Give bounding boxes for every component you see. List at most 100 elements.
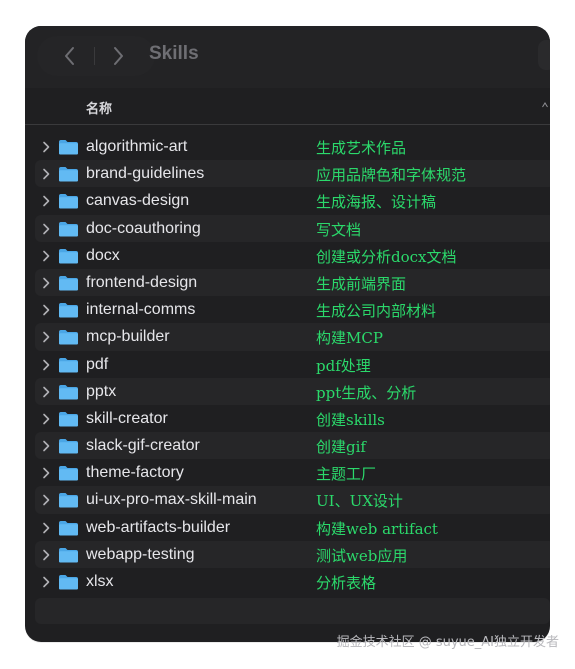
folder-note: 写文档 [316,220,362,239]
folder-name: algorithmic-art [86,138,188,155]
folder-icon [59,520,78,536]
folder-name: skill-creator [86,409,168,427]
folder-icon [59,221,78,237]
toolbar: Skills [25,26,550,88]
folder-note: 创建gif [316,438,366,457]
folder-icon [59,439,78,454]
chevron-right-icon[interactable] [41,223,51,235]
folder-row[interactable]: doc-coauthoring 写文档 [35,214,550,242]
folder-name: canvas-design [86,192,190,210]
folder-icon [59,547,78,563]
chevron-right-icon[interactable] [41,331,51,343]
folder-row[interactable]: web-artifacts-builder 构建web artifact [35,514,550,541]
folder-name: frontend-design [86,273,198,291]
folder-note: 分析表格 [316,574,377,592]
folder-row[interactable]: webapp-testing 测试web应用 [35,540,550,568]
folder-name: webapp-testing [86,545,195,563]
chevron-right-icon[interactable] [41,494,51,506]
folder-note: 生成海报、设计稿 [316,193,437,212]
folder-row[interactable]: frontend-design 生成前端界面 [35,268,550,297]
folder-icon [59,357,78,372]
folder-name: theme-factory [86,464,184,482]
folder-icon [59,275,78,291]
folder-note: 应用品牌色和字体规范 [316,166,467,185]
folder-note: 生成前端界面 [316,274,407,293]
chevron-right-icon[interactable] [41,250,51,262]
back-button[interactable] [47,36,93,76]
folder-name: internal-comms [86,301,196,319]
folder-note: 生成公司内部材料 [316,302,437,321]
chevron-right-icon[interactable] [41,304,51,316]
folder-icon [59,466,78,481]
status-bar [35,598,550,624]
folder-name: pptx [86,382,117,400]
folder-row[interactable]: algorithmic-art 生成艺术作品 [35,133,550,160]
folder-name: docx [86,246,120,264]
folder-note: pdf处理 [316,356,371,375]
chevron-right-icon[interactable] [41,195,51,207]
folder-note: 创建或分析docx文档 [316,247,457,266]
folder-icon [59,140,78,155]
folder-icon [59,493,78,508]
folder-row[interactable]: pptx ppt生成、分析 [35,377,550,405]
folder-row[interactable]: internal-comms 生成公司内部材料 [35,296,550,323]
folder-name: doc-coauthoring [86,219,201,237]
chevron-right-icon[interactable] [41,386,51,398]
folder-row[interactable]: brand-guidelines 应用品牌色和字体规范 [35,160,550,188]
folder-row[interactable]: canvas-design 生成海报、设计稿 [35,187,550,214]
chevron-right-icon[interactable] [41,576,51,588]
folder-note: ppt生成、分析 [316,383,417,402]
chevron-right-icon[interactable] [41,141,51,153]
file-list: algorithmic-art 生成艺术作品 brand-guidelines 应用品… [35,133,550,595]
chevron-right-icon[interactable] [41,522,51,534]
name-column-header[interactable]: 名称 [86,98,112,117]
folder-note: 主题工厂 [316,465,377,484]
window-title: Skills [149,43,199,64]
folder-name: web-artifacts-builder [86,518,231,536]
folder-row[interactable]: xlsx 分析表格 [35,568,550,595]
folder-name: mcp-builder [86,328,170,346]
folder-icon [59,303,78,318]
folder-row[interactable]: mcp-builder 构建MCP [35,323,550,351]
chevron-right-icon[interactable] [41,168,51,180]
folder-note: 构建MCP [316,329,383,348]
folder-row[interactable]: ui-ux-pro-max-skill-main UI、UX设计 [35,486,550,514]
folder-note: UI、UX设计 [316,492,403,511]
folder-icon [59,194,78,209]
folder-icon [59,167,78,182]
forward-button[interactable] [95,36,141,76]
folder-icon [59,330,78,345]
folder-icon [59,384,78,400]
folder-name: slack-gif-creator [86,437,200,455]
column-header: 名称 [25,88,550,125]
sort-indicator-icon [542,102,548,108]
folder-note: 生成艺术作品 [316,139,407,157]
folder-row[interactable]: theme-factory 主题工厂 [35,459,550,486]
folder-note: 创建skills [316,410,385,429]
chevron-right-icon[interactable] [41,413,51,425]
watermark: 掘金技术社区 @ suyue_AI独立开发者 [336,635,559,650]
folder-row[interactable]: docx 创建或分析docx文档 [35,242,550,269]
folder-row[interactable]: skill-creator 创建skills [35,405,550,432]
folder-icon [59,411,78,427]
folder-name: brand-guidelines [86,165,205,183]
folder-name: xlsx [86,573,114,590]
chevron-right-icon[interactable] [41,549,51,561]
folder-name: pdf [86,355,109,373]
folder-row[interactable]: pdf pdf处理 [35,351,550,378]
toolbar-control[interactable] [538,40,550,70]
folder-note: 构建web artifact [316,519,438,538]
folder-name: ui-ux-pro-max-skill-main [86,491,257,509]
chevron-right-icon[interactable] [41,277,51,289]
chevron-right-icon [114,47,123,65]
folder-row[interactable]: slack-gif-creator 创建gif [35,432,550,460]
navigation-group [37,36,155,76]
folder-icon [59,575,78,590]
chevron-right-icon[interactable] [41,440,51,452]
folder-icon [59,248,78,264]
folder-note: 测试web应用 [316,546,408,565]
chevron-right-icon[interactable] [41,359,51,371]
finder-window: Skills 名称 algorithmic-art 生成艺术作品 brand-gui… [25,26,550,642]
chevron-left-icon [65,47,74,65]
chevron-right-icon[interactable] [41,467,51,479]
